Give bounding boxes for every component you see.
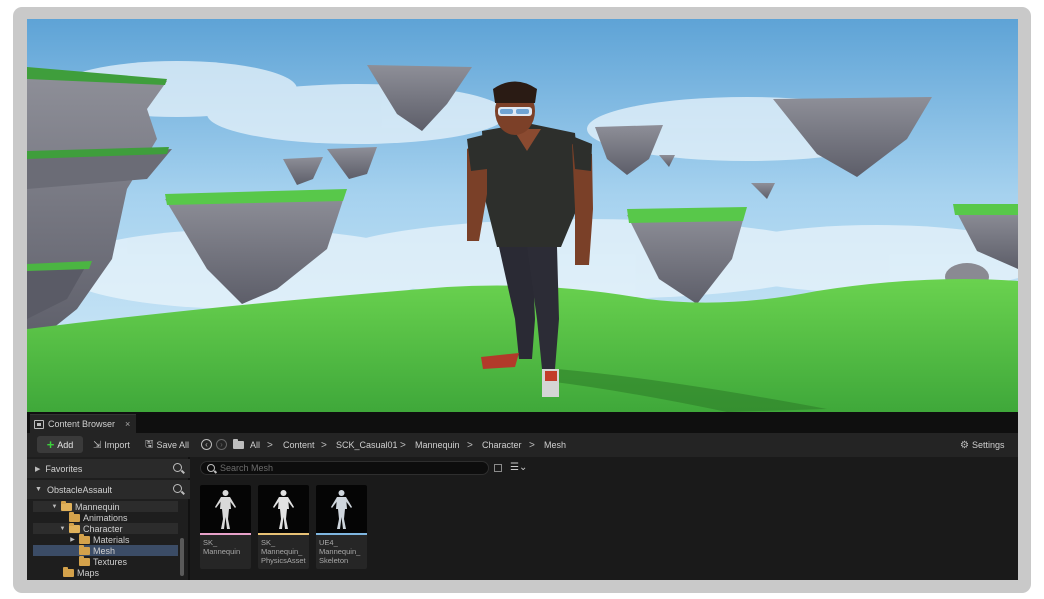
- folder-icon: [79, 555, 90, 566]
- tree-scrollbar[interactable]: [180, 538, 184, 576]
- tree-item-materials[interactable]: ▶ Materials: [33, 533, 178, 545]
- tree-item-mannequin[interactable]: ▼ Mannequin: [33, 500, 178, 512]
- chevron-right-icon: ▶: [70, 537, 75, 543]
- asset-label: SK_ Mannequin: [203, 538, 241, 556]
- sources-panel: ▶ Favorites ▼ ObstacleAssault ▼ Mannequi…: [27, 457, 190, 580]
- folder-icon: [61, 500, 72, 511]
- filter-icon[interactable]: ☰⌄: [510, 462, 527, 473]
- save-all-label: Save All: [156, 440, 190, 450]
- tab-content-browser[interactable]: Content Browser ×: [30, 414, 136, 433]
- asset-thumbnail: [200, 485, 251, 533]
- project-label: ObstacleAssault: [46, 484, 112, 495]
- close-icon[interactable]: ×: [125, 419, 130, 429]
- gear-icon: ⚙: [960, 439, 969, 451]
- tree-item-label: Textures: [93, 556, 128, 567]
- skeleton-icon: [331, 490, 352, 529]
- forward-circle-icon[interactable]: ›: [216, 439, 227, 450]
- search-icon[interactable]: [173, 463, 182, 472]
- asset-view: ☰⌄ SK_ Mannequin: [192, 457, 1018, 580]
- asset-type-bar: [200, 533, 251, 535]
- chevron-down-icon: ▼: [35, 486, 42, 493]
- breadcrumb-item[interactable]: Mesh: [544, 438, 566, 452]
- save-search-icon[interactable]: [494, 464, 502, 472]
- add-button[interactable]: + Add: [37, 436, 83, 453]
- editor-window: Content Browser × + Add ⇲ Import 🖫 Save …: [27, 19, 1018, 580]
- chevron-right-icon: ▶: [35, 465, 41, 473]
- asset-type-bar: [316, 533, 367, 535]
- tree-item-mesh[interactable]: Mesh: [33, 544, 178, 556]
- content-browser-toolbar: + Add ⇲ Import 🖫 Save All ‹ › All > Cont…: [27, 433, 1018, 457]
- asset-label: SK_ Mannequin_ PhysicsAsset: [261, 538, 306, 565]
- search-icon: [207, 464, 215, 472]
- breadcrumb-separator: >: [321, 439, 327, 451]
- folder-icon[interactable]: [233, 439, 244, 449]
- breadcrumb-item[interactable]: Character: [482, 438, 522, 452]
- tree-item-label: Animations: [83, 512, 128, 523]
- asset-label: UE4_ Mannequin_ Skeleton: [319, 538, 361, 565]
- back-circle-icon[interactable]: ‹: [201, 439, 212, 450]
- save-icon: 🖫: [145, 438, 154, 450]
- tree-item-label: Character: [83, 523, 123, 534]
- favorites-label: Favorites: [45, 463, 83, 474]
- tree-item-character[interactable]: ▼ Character: [33, 522, 178, 534]
- asset-thumbnail: [258, 485, 309, 533]
- tree-item-animations[interactable]: Animations: [33, 511, 178, 523]
- asset-tile[interactable]: SK_ Mannequin_ PhysicsAsset: [258, 485, 309, 569]
- asset-tile[interactable]: UE4_ Mannequin_ Skeleton: [316, 485, 367, 569]
- favorites-header[interactable]: ▶ Favorites: [27, 459, 190, 478]
- tree-item-label: Mannequin: [75, 501, 120, 512]
- breadcrumb-separator: >: [400, 439, 406, 451]
- project-header[interactable]: ▼ ObstacleAssault: [27, 480, 190, 499]
- chevron-down-icon: ▼: [51, 503, 58, 510]
- tree-item-label: Materials: [93, 534, 130, 545]
- content-browser: Content Browser × + Add ⇲ Import 🖫 Save …: [27, 412, 1018, 580]
- plus-icon: +: [46, 437, 55, 452]
- breadcrumb-separator: >: [529, 439, 535, 451]
- content-browser-tabbar: Content Browser ×: [27, 412, 1018, 433]
- settings-button[interactable]: ⚙ Settings: [960, 438, 1005, 452]
- tree-item-label: Mesh: [93, 545, 116, 556]
- add-label: Add: [57, 439, 74, 450]
- folder-icon: [69, 522, 80, 533]
- search-icon[interactable]: [173, 484, 182, 493]
- breadcrumb-item[interactable]: SCK_Casual01: [336, 438, 398, 452]
- level-viewport[interactable]: [27, 19, 1018, 412]
- viewport-scene: [27, 19, 1018, 412]
- tree-item-textures[interactable]: Textures: [33, 555, 178, 567]
- physics-asset-icon: [273, 490, 294, 529]
- breadcrumb-item[interactable]: All: [250, 438, 260, 452]
- mannequin-icon: [215, 490, 236, 529]
- breadcrumb-item[interactable]: Mannequin: [415, 438, 460, 452]
- breadcrumb-separator: >: [267, 439, 273, 451]
- settings-label: Settings: [971, 440, 1005, 450]
- tree-item-maps[interactable]: Maps: [33, 566, 178, 578]
- tab-label: Content Browser: [48, 419, 116, 429]
- folder-icon: [69, 511, 80, 522]
- import-button[interactable]: ⇲ Import: [93, 438, 130, 452]
- import-icon: ⇲: [93, 439, 102, 451]
- search-bar: [200, 461, 489, 475]
- breadcrumb-separator: >: [467, 439, 473, 451]
- asset-thumbnail: [316, 485, 367, 533]
- tree-item-label: Maps: [77, 567, 100, 578]
- folder-icon: [79, 533, 90, 544]
- folder-icon: [79, 544, 90, 555]
- chevron-down-icon: ▼: [59, 525, 66, 532]
- asset-type-bar: [258, 533, 309, 535]
- content-browser-icon: [34, 419, 44, 429]
- folder-icon: [63, 566, 74, 577]
- breadcrumb-item[interactable]: Content: [283, 438, 315, 452]
- save-all-button[interactable]: 🖫 Save All: [145, 438, 189, 452]
- search-input[interactable]: [220, 463, 480, 473]
- asset-tile[interactable]: SK_ Mannequin: [200, 485, 251, 569]
- import-label: Import: [104, 440, 130, 450]
